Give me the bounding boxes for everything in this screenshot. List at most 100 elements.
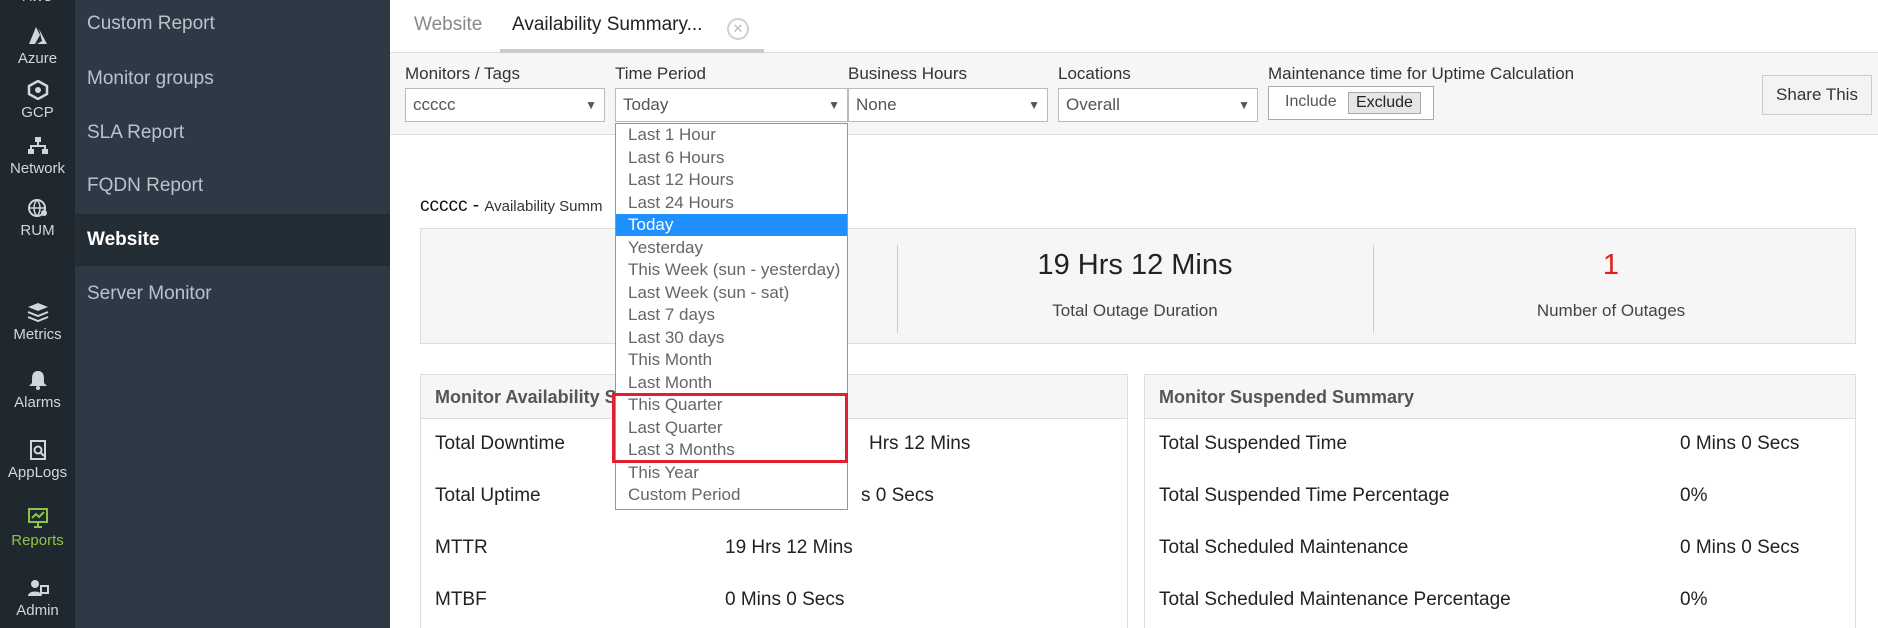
rail-label: Azure bbox=[17, 50, 58, 67]
nav-item-sla-report[interactable]: SLA Report bbox=[75, 107, 390, 159]
rum-icon bbox=[27, 199, 47, 217]
dropdown-option[interactable]: Yesterday bbox=[616, 237, 847, 259]
tab-availability-summary[interactable]: Availability Summary... bbox=[512, 14, 702, 36]
row-label: Total Downtime bbox=[435, 433, 565, 454]
row-value: 0 Mins 0 Secs bbox=[725, 589, 845, 610]
dropdown-option[interactable]: This Month bbox=[616, 349, 847, 371]
rail-item-azure[interactable]: Azure bbox=[0, 26, 75, 67]
monitors-label: Monitors / Tags bbox=[405, 64, 520, 83]
applogs-icon bbox=[29, 440, 46, 460]
row-label: MTBF bbox=[435, 589, 487, 610]
business-hours-select[interactable]: None ▼ bbox=[848, 88, 1048, 122]
business-hours-label: Business Hours bbox=[848, 64, 968, 83]
locations-select[interactable]: Overall ▼ bbox=[1058, 88, 1258, 122]
rail-label: Reports bbox=[11, 532, 64, 549]
dropdown-option-selected[interactable]: Today bbox=[616, 214, 847, 236]
reports-icon bbox=[27, 508, 48, 528]
dropdown-option[interactable]: Last 6 Hours bbox=[616, 147, 847, 169]
row-value: 0 Mins 0 Secs bbox=[1680, 537, 1800, 558]
maintenance-toggle: Include Exclude bbox=[1268, 86, 1434, 120]
rail-item-admin[interactable]: Admin bbox=[0, 578, 75, 619]
filter-bar: Monitors / Tags ccccc ▼ Time Period Toda… bbox=[390, 53, 1878, 135]
suspended-panel: Monitor Suspended Summary Total Suspende… bbox=[1144, 374, 1856, 628]
rail-item-cut[interactable]: AWS bbox=[0, 0, 75, 2]
chevron-down-icon: ▼ bbox=[1028, 98, 1040, 112]
exclude-option[interactable]: Exclude bbox=[1348, 92, 1421, 114]
row-value: 19 Hrs 12 Mins bbox=[725, 537, 853, 558]
row-label: MTTR bbox=[435, 537, 488, 558]
row-value: 0 Mins 0 Secs bbox=[1680, 433, 1800, 454]
share-button[interactable]: Share This bbox=[1762, 75, 1872, 115]
bell-icon bbox=[28, 371, 47, 390]
outages-count-value: 1 bbox=[1602, 249, 1620, 281]
rail-item-gcp[interactable]: GCP bbox=[0, 80, 75, 121]
row-label: Total Uptime bbox=[435, 485, 541, 506]
row-label: Total Scheduled Maintenance Percentage bbox=[1159, 589, 1511, 610]
dropdown-option[interactable]: Custom Period bbox=[616, 484, 847, 506]
azure-icon bbox=[28, 27, 47, 44]
nav-item-server-monitor[interactable]: Server Monitor bbox=[75, 268, 390, 320]
rail-label: GCP bbox=[21, 104, 54, 121]
rail-item-alarms[interactable]: Alarms bbox=[0, 370, 75, 411]
monitors-select[interactable]: ccccc ▼ bbox=[405, 88, 605, 122]
rail-item-applogs[interactable]: AppLogs bbox=[0, 440, 75, 481]
row-label: Total Suspended Time Percentage bbox=[1159, 485, 1450, 506]
close-tab-icon[interactable]: ✕ bbox=[727, 18, 749, 40]
report-title: ccccc - Availability Summ bbox=[420, 195, 603, 217]
rail-item-network[interactable]: Network bbox=[0, 136, 75, 177]
rail-item-rum[interactable]: RUM bbox=[0, 198, 75, 239]
time-period-label: Time Period bbox=[615, 64, 707, 83]
main-content: Website Availability Summary... ✕ Monito… bbox=[390, 0, 1878, 628]
dropdown-option[interactable]: Last 1 Hour bbox=[616, 124, 847, 146]
outage-duration-label: Total Outage Duration bbox=[1052, 301, 1218, 320]
rail-label: RUM bbox=[20, 222, 55, 239]
nav-item-monitor-groups[interactable]: Monitor groups bbox=[75, 53, 390, 105]
dropdown-option[interactable]: Last 12 Hours bbox=[616, 169, 847, 191]
locations-label: Locations bbox=[1058, 64, 1131, 83]
chevron-down-icon: ▼ bbox=[828, 98, 840, 112]
row-value: s 0 Secs bbox=[861, 485, 934, 506]
rail-item-reports[interactable]: Reports bbox=[0, 508, 75, 549]
dropdown-option[interactable]: This Year bbox=[616, 462, 847, 484]
rail-label: Metrics bbox=[13, 326, 62, 343]
rail-label: Network bbox=[9, 160, 65, 177]
suspended-panel-title: Monitor Suspended Summary bbox=[1145, 375, 1855, 419]
icon-rail: AWS Azure GCP Network RUM Metrics Alarms… bbox=[0, 0, 75, 628]
report-monitor-name: ccccc - bbox=[420, 195, 480, 216]
chevron-down-icon: ▼ bbox=[1238, 98, 1250, 112]
locations-value: Overall bbox=[1066, 95, 1120, 114]
dropdown-option[interactable]: Last Week (sun - sat) bbox=[616, 282, 847, 304]
metrics-icon bbox=[27, 303, 48, 322]
tab-website[interactable]: Website bbox=[414, 14, 482, 36]
include-option[interactable]: Include bbox=[1278, 92, 1344, 114]
row-value: Hrs 12 Mins bbox=[869, 433, 971, 454]
outage-duration-value: 19 Hrs 12 Mins bbox=[1037, 249, 1233, 281]
dropdown-option[interactable]: Last 24 Hours bbox=[616, 192, 847, 214]
report-subtitle: Availability Summ bbox=[484, 198, 603, 215]
dropdown-option[interactable]: Last 7 days bbox=[616, 304, 847, 326]
row-value: 0% bbox=[1680, 485, 1708, 506]
dropdown-option[interactable]: Last Month bbox=[616, 372, 847, 394]
maintenance-label: Maintenance time for Uptime Calculation bbox=[1268, 64, 1575, 83]
rail-label: Admin bbox=[16, 602, 59, 619]
row-label: Total Suspended Time bbox=[1159, 433, 1348, 454]
annotation-highlight-box bbox=[612, 393, 848, 463]
network-icon bbox=[27, 137, 48, 154]
chevron-down-icon: ▼ bbox=[585, 98, 597, 112]
dropdown-option[interactable]: This Week (sun - yesterday) bbox=[616, 259, 847, 281]
tab-bar: Website Availability Summary... ✕ bbox=[390, 0, 1878, 53]
time-period-select[interactable]: Today ▼ bbox=[615, 88, 848, 122]
business-hours-value: None bbox=[856, 95, 897, 114]
time-period-value: Today bbox=[623, 95, 669, 114]
dropdown-option[interactable]: Last 30 days bbox=[616, 327, 847, 349]
admin-icon bbox=[27, 580, 49, 596]
rail-label: AppLogs bbox=[7, 464, 68, 481]
nav-item-website[interactable]: Website bbox=[75, 214, 390, 266]
nav-item-fqdn-report[interactable]: FQDN Report bbox=[75, 160, 390, 212]
gcp-icon bbox=[27, 80, 48, 100]
monitors-value: ccccc bbox=[413, 95, 456, 114]
rail-item-metrics[interactable]: Metrics bbox=[0, 302, 75, 343]
nav-item-custom-report[interactable]: Custom Report bbox=[75, 0, 390, 50]
reports-nav-panel: Custom Report Monitor groups SLA Report … bbox=[75, 0, 390, 628]
outages-count-label: Number of Outages bbox=[1536, 301, 1686, 320]
